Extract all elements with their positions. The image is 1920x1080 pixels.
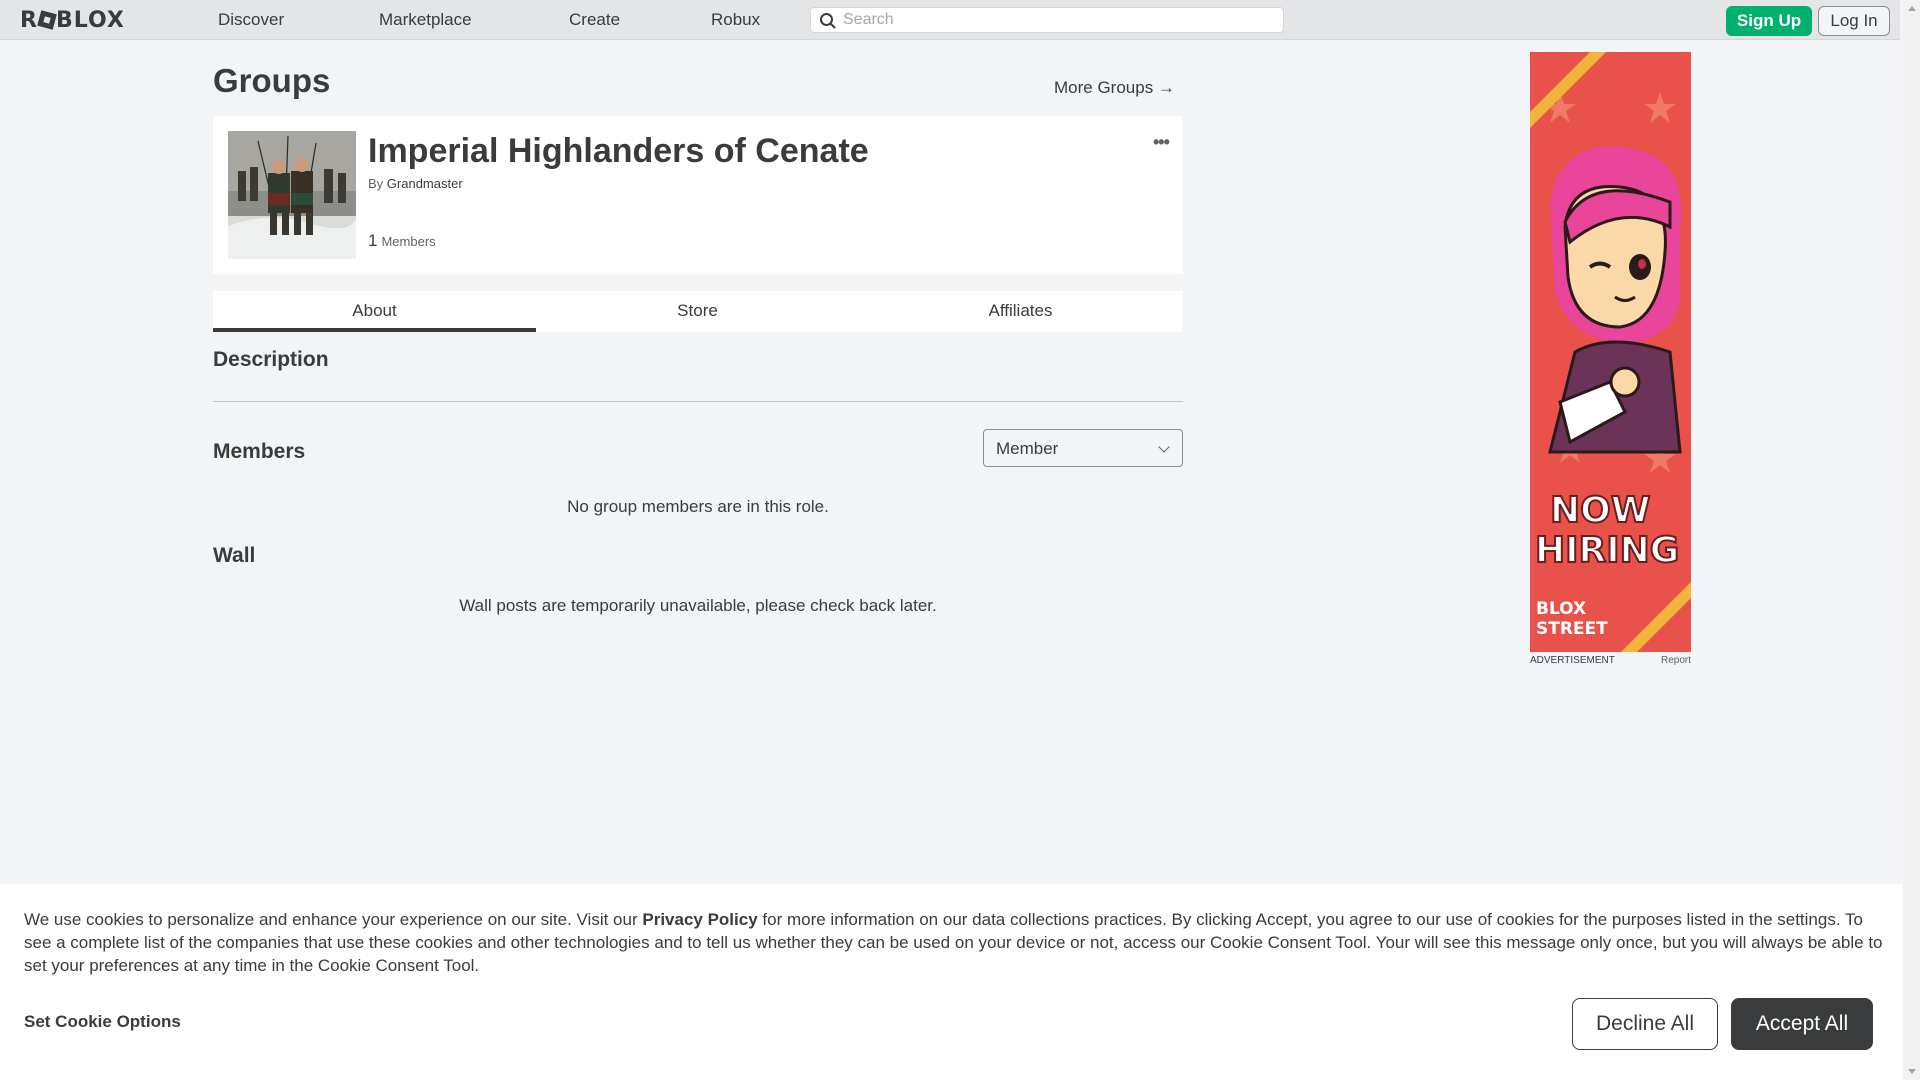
members-heading: Members [213,440,306,463]
more-groups-link[interactable]: More Groups → [1054,78,1175,98]
members-empty-message: No group members are in this role. [567,497,829,516]
scroll-down-icon[interactable] [1908,1069,1916,1074]
role-dropdown-value: Member [996,439,1059,458]
nav-marketplace[interactable]: Marketplace [379,10,472,30]
tab-affiliates[interactable]: Affiliates [859,291,1182,332]
ad-brand-street: STREET [1536,619,1608,639]
accept-all-button[interactable]: Accept All [1731,998,1873,1050]
nav-create[interactable]: Create [569,10,620,30]
wall-unavailable-message: Wall posts are temporarily unavailable, … [459,596,937,615]
ad-report-link[interactable]: Report [1661,655,1691,666]
section-divider [213,401,1183,402]
ad-headline-hiring: HIRING [1535,530,1679,571]
scroll-up-icon[interactable] [1908,6,1916,11]
group-emblem-image [228,131,356,259]
group-tabs: About Store Affiliates [213,291,1183,332]
more-dots-icon[interactable]: ••• [1153,132,1170,153]
group-name: Imperial Highlanders of Cenate [368,132,869,170]
description-heading: Description [213,348,329,371]
log-in-button[interactable]: Log In [1818,6,1890,36]
roblox-logo[interactable]: R BLOX [20,8,125,33]
ad-label: ADVERTISEMENT [1530,655,1615,666]
tab-store[interactable]: Store [536,291,859,332]
nav-robux[interactable]: Robux [711,10,760,30]
member-count-label: Members [381,234,436,249]
ad-brand-blox: BLOX [1536,599,1586,619]
advertisement-banner[interactable]: NOW HIRING BLOX STREET [1530,52,1691,652]
decline-all-button[interactable]: Decline All [1572,998,1718,1050]
group-owner: By Grandmaster [368,176,463,191]
tab-about[interactable]: About [213,291,536,332]
nav-discover[interactable]: Discover [218,10,284,30]
search-box [810,7,1284,33]
search-input[interactable] [843,9,1273,31]
privacy-policy-link[interactable]: Privacy Policy [642,910,757,929]
top-nav-bar: R BLOX Discover Marketplace Create Robux … [0,0,1900,40]
page-scrollbar[interactable] [1903,0,1920,1080]
ad-caption: ADVERTISEMENT Report [1530,655,1691,666]
cookie-text-before: We use cookies to personalize and enhanc… [24,910,643,929]
group-header-card: Imperial Highlanders of Cenate By Grandm… [213,116,1183,274]
member-count-number: 1 [368,231,378,250]
set-cookie-options-link[interactable]: Set Cookie Options [24,1012,181,1032]
page-title: Groups [213,62,331,99]
ad-headline-now: NOW [1550,490,1650,531]
sign-up-button[interactable]: Sign Up [1726,6,1812,36]
wall-heading: Wall [213,544,256,567]
owner-link[interactable]: Grandmaster [387,176,463,191]
search-icon [820,13,836,29]
role-dropdown[interactable]: Member [983,429,1183,467]
chevron-down-icon [1158,441,1170,453]
owner-prefix: By [368,176,384,191]
cookie-message: We use cookies to personalize and enhanc… [24,908,1884,977]
group-member-count: 1 Members [368,231,436,251]
cookie-consent-banner: We use cookies to personalize and enhanc… [0,884,1903,1080]
